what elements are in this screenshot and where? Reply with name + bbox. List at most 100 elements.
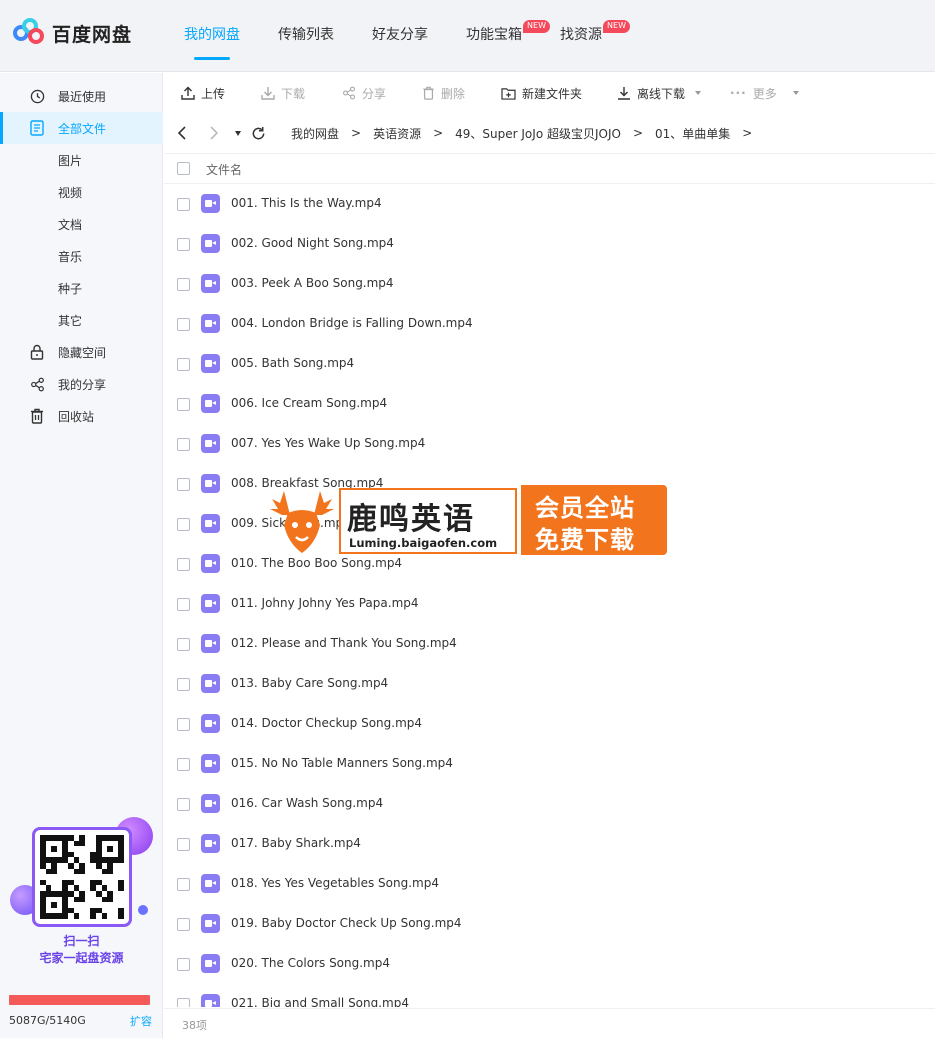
file-name[interactable]: 013. Baby Care Song.mp4	[231, 676, 388, 690]
file-name[interactable]: 012. Please and Thank You Song.mp4	[231, 636, 457, 650]
file-name[interactable]: 006. Ice Cream Song.mp4	[231, 396, 387, 410]
breadcrumb-item[interactable]: 01、单曲单集	[655, 125, 730, 142]
breadcrumb-item[interactable]: 49、Super JoJo 超级宝贝JOJO	[455, 125, 621, 142]
file-name[interactable]: 003. Peek A Boo Song.mp4	[231, 276, 394, 290]
file-name[interactable]: 019. Baby Doctor Check Up Song.mp4	[231, 916, 462, 930]
breadcrumb-item[interactable]: 英语资源	[373, 125, 421, 142]
nav-find-resources[interactable]: 找资源 NEW	[560, 0, 630, 72]
file-row[interactable]: 019. Baby Doctor Check Up Song.mp4	[164, 904, 935, 944]
file-name[interactable]: 004. London Bridge is Falling Down.mp4	[231, 316, 473, 330]
history-dropdown[interactable]	[235, 113, 241, 153]
file-name[interactable]: 011. Johny Johny Yes Papa.mp4	[231, 596, 419, 610]
file-name[interactable]: 018. Yes Yes Vegetables Song.mp4	[231, 876, 439, 890]
file-name[interactable]: 002. Good Night Song.mp4	[231, 236, 394, 250]
file-checkbox[interactable]	[177, 398, 190, 411]
nav-my-netdisk[interactable]: 我的网盘	[184, 0, 240, 72]
file-row[interactable]: 018. Yes Yes Vegetables Song.mp4	[164, 864, 935, 904]
file-row[interactable]: 003. Peek A Boo Song.mp4	[164, 264, 935, 304]
refresh-button[interactable]	[251, 113, 266, 153]
file-checkbox[interactable]	[177, 918, 190, 931]
main-nav: 我的网盘 传输列表 好友分享 功能宝箱 NEW 找资源 NEW	[184, 0, 640, 72]
file-row[interactable]: 020. The Colors Song.mp4	[164, 944, 935, 984]
video-file-icon	[201, 714, 220, 733]
file-row[interactable]: 016. Car Wash Song.mp4	[164, 784, 935, 824]
breadcrumb-bar: 我的网盘 > 英语资源 > 49、Super JoJo 超级宝贝JOJO > 0…	[164, 113, 935, 153]
new-folder-button[interactable]: 新建文件夹	[501, 73, 582, 113]
file-name[interactable]: 021. Big and Small Song.mp4	[231, 996, 409, 1007]
file-row[interactable]: 012. Please and Thank You Song.mp4	[164, 624, 935, 664]
file-name[interactable]: 016. Car Wash Song.mp4	[231, 796, 383, 810]
file-checkbox[interactable]	[177, 878, 190, 891]
sidebar-item-images[interactable]: 图片	[0, 144, 163, 176]
promo-line2: 宅家一起盘资源	[39, 951, 124, 965]
sidebar-item-my-shares[interactable]: 我的分享	[0, 368, 163, 400]
sidebar-item-videos[interactable]: 视频	[0, 176, 163, 208]
file-row[interactable]: 001. This Is the Way.mp4	[164, 184, 935, 224]
file-name[interactable]: 014. Doctor Checkup Song.mp4	[231, 716, 422, 730]
file-checkbox[interactable]	[177, 598, 190, 611]
offline-download-button[interactable]: 离线下载	[617, 73, 702, 113]
file-name[interactable]: 005. Bath Song.mp4	[231, 356, 354, 370]
sidebar-item-recent[interactable]: 最近使用	[0, 80, 163, 112]
file-name[interactable]: 015. No No Table Manners Song.mp4	[231, 756, 453, 770]
column-header-filename[interactable]: 文件名	[206, 161, 242, 178]
file-row[interactable]: 013. Baby Care Song.mp4	[164, 664, 935, 704]
download-button[interactable]: 下载	[261, 73, 305, 113]
sidebar-item-all-files[interactable]: 全部文件	[0, 112, 163, 144]
sidebar-item-other[interactable]: 其它	[0, 304, 163, 336]
file-name[interactable]: 007. Yes Yes Wake Up Song.mp4	[231, 436, 425, 450]
sidebar-item-recycle-bin[interactable]: 回收站	[0, 400, 163, 432]
file-checkbox[interactable]	[177, 638, 190, 651]
sidebar-item-torrents[interactable]: 种子	[0, 272, 163, 304]
nav-friend-share[interactable]: 好友分享	[372, 0, 428, 72]
file-row[interactable]: 015. No No Table Manners Song.mp4	[164, 744, 935, 784]
upload-button[interactable]: 上传	[181, 73, 225, 113]
nav-toolbox[interactable]: 功能宝箱 NEW	[466, 0, 550, 72]
file-checkbox[interactable]	[177, 998, 190, 1007]
expand-storage-link[interactable]: 扩容	[130, 1013, 152, 1029]
file-checkbox[interactable]	[177, 758, 190, 771]
file-row[interactable]: 011. Johny Johny Yes Papa.mp4	[164, 584, 935, 624]
share-button[interactable]: 分享	[342, 73, 386, 113]
file-row[interactable]: 014. Doctor Checkup Song.mp4	[164, 704, 935, 744]
file-checkbox[interactable]	[177, 438, 190, 451]
file-checkbox[interactable]	[177, 198, 190, 211]
app-title: 百度网盘	[52, 23, 133, 46]
qr-promo-card[interactable]: 扫一扫 宅家一起盘资源	[10, 817, 153, 967]
back-button[interactable]	[177, 113, 187, 153]
refresh-icon	[252, 126, 265, 139]
file-checkbox[interactable]	[177, 318, 190, 331]
file-checkbox[interactable]	[177, 358, 190, 371]
breadcrumb-item[interactable]: 我的网盘	[291, 125, 339, 142]
file-row[interactable]: 002. Good Night Song.mp4	[164, 224, 935, 264]
file-row[interactable]: 004. London Bridge is Falling Down.mp4	[164, 304, 935, 344]
file-name[interactable]: 017. Baby Shark.mp4	[231, 836, 361, 850]
file-checkbox[interactable]	[177, 278, 190, 291]
file-row[interactable]: 007. Yes Yes Wake Up Song.mp4	[164, 424, 935, 464]
file-checkbox[interactable]	[177, 558, 190, 571]
file-row[interactable]: 017. Baby Shark.mp4	[164, 824, 935, 864]
file-checkbox[interactable]	[177, 678, 190, 691]
app-logo[interactable]: 百度网盘	[13, 18, 132, 48]
file-checkbox[interactable]	[177, 478, 190, 491]
file-checkbox[interactable]	[177, 238, 190, 251]
delete-button[interactable]: 删除	[422, 73, 465, 113]
file-row[interactable]: 006. Ice Cream Song.mp4	[164, 384, 935, 424]
forward-button[interactable]	[209, 113, 219, 153]
file-name[interactable]: 020. The Colors Song.mp4	[231, 956, 390, 970]
file-name[interactable]: 010. The Boo Boo Song.mp4	[231, 556, 402, 570]
file-checkbox[interactable]	[177, 518, 190, 531]
file-row[interactable]: 021. Big and Small Song.mp4	[164, 984, 935, 1007]
select-all-checkbox[interactable]	[177, 162, 190, 175]
sidebar-item-hidden-space[interactable]: 隐藏空间	[0, 336, 163, 368]
file-name[interactable]: 001. This Is the Way.mp4	[231, 196, 382, 210]
file-checkbox[interactable]	[177, 838, 190, 851]
more-button[interactable]: ··· 更多	[730, 73, 799, 113]
file-row[interactable]: 005. Bath Song.mp4	[164, 344, 935, 384]
file-checkbox[interactable]	[177, 798, 190, 811]
sidebar-item-music[interactable]: 音乐	[0, 240, 163, 272]
sidebar-item-documents[interactable]: 文档	[0, 208, 163, 240]
nav-transfer-list[interactable]: 传输列表	[278, 0, 334, 72]
file-checkbox[interactable]	[177, 958, 190, 971]
file-checkbox[interactable]	[177, 718, 190, 731]
